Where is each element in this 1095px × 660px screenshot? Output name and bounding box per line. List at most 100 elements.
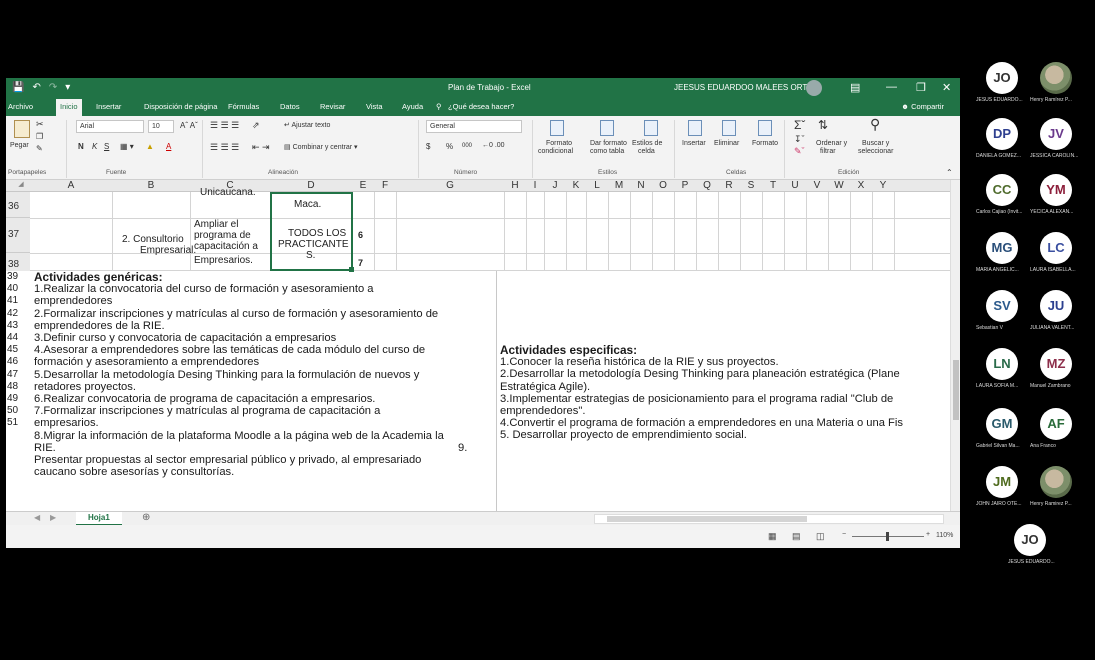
col-header-p[interactable]: P (674, 180, 696, 191)
tab-vista[interactable]: Vista (366, 102, 383, 111)
conditional-format-label[interactable]: Formato (546, 140, 572, 147)
cell-e37[interactable]: 6 (358, 230, 363, 241)
number-format-select[interactable]: General (426, 120, 522, 133)
tab-datos[interactable]: Datos (280, 102, 300, 111)
col-header-u[interactable]: U (784, 180, 806, 191)
cell-c37-line3[interactable]: capacitación a (194, 241, 258, 252)
indent-icon[interactable]: ⇤ ⇥ (252, 142, 270, 153)
close-icon[interactable]: ✕ (942, 81, 951, 94)
specific-activities-box[interactable]: Actividades especificas: 1.Conocer la re… (500, 344, 948, 442)
sort-filter-label-2[interactable]: filtrar (820, 148, 836, 155)
col-header-k[interactable]: K (566, 180, 586, 191)
cell-b37-line1[interactable]: 2. Consultorio (122, 234, 184, 245)
participant-tile[interactable]: AF Ana Franco (1030, 408, 1078, 456)
participant-tile[interactable]: GM Gabriel Silvan Ma... (976, 408, 1024, 456)
insert-cells-button[interactable]: Insertar (682, 140, 706, 147)
zoom-level[interactable]: 110% (936, 532, 953, 539)
participant-tile[interactable]: JU JULIANA VALENT... (1030, 290, 1078, 338)
currency-button[interactable]: $ (426, 142, 430, 151)
italic-button[interactable]: K (92, 142, 97, 151)
percent-button[interactable]: % (446, 142, 453, 151)
insert-cells-icon[interactable] (688, 120, 702, 136)
conditional-format-label-2[interactable]: condicional (538, 148, 573, 155)
collapse-ribbon-icon[interactable]: ⌃ (946, 168, 953, 177)
tab-formulas[interactable]: Fórmulas (228, 102, 259, 111)
cell-e38[interactable]: 7 (358, 258, 363, 269)
cut-icon[interactable]: ✂ (36, 119, 44, 130)
col-header-d[interactable]: D (270, 180, 352, 191)
share-button[interactable]: ☻ Compartir (901, 102, 944, 111)
tab-inicio[interactable]: Inicio (56, 99, 82, 116)
table-format-label[interactable]: Dar formato (590, 140, 627, 147)
page-break-icon[interactable]: ◫ (816, 531, 825, 542)
find-select-label-2[interactable]: seleccionar (858, 148, 893, 155)
row-header-43[interactable]: 43 (7, 320, 30, 332)
participant-tile[interactable]: SV Sebastian V (976, 290, 1024, 338)
cell-d37-line3[interactable]: S. (306, 250, 315, 261)
participant-tile[interactable]: MG MARIA ANGELIC... (976, 232, 1024, 280)
bold-button[interactable]: N (78, 142, 84, 151)
zoom-out-icon[interactable]: − (842, 531, 846, 538)
paste-button[interactable]: Pegar (10, 142, 29, 149)
col-header-x[interactable]: X (850, 180, 872, 191)
participant-tile[interactable]: JO JESUS EDUARDO... (976, 62, 1024, 110)
format-cells-icon[interactable] (758, 120, 772, 136)
participant-tile[interactable]: CC Carlos Cajiao (Invit... (976, 174, 1024, 222)
col-header-y[interactable]: Y (872, 180, 894, 191)
table-format-icon[interactable] (600, 120, 614, 136)
sort-filter-label[interactable]: Ordenar y (816, 140, 847, 147)
font-color-icon[interactable]: A (166, 142, 171, 151)
zoom-in-icon[interactable]: + (926, 531, 930, 538)
format-painter-icon[interactable]: ✎ (36, 144, 43, 153)
row-header-50[interactable]: 50 (7, 405, 30, 417)
horizontal-scrollbar[interactable] (594, 514, 944, 524)
minimize-icon[interactable]: — (886, 81, 897, 93)
align-top-icon[interactable]: ☰ ☰ ☰ (210, 120, 239, 131)
col-header-s[interactable]: S (740, 180, 762, 191)
col-header-t[interactable]: T (762, 180, 784, 191)
restore-icon[interactable]: ❐ (916, 81, 926, 94)
row-header-36[interactable]: 36 (6, 192, 30, 218)
find-select-label[interactable]: Buscar y (862, 140, 889, 147)
col-header-h[interactable]: H (504, 180, 526, 191)
paste-icon[interactable] (14, 120, 30, 138)
delete-cells-button[interactable]: Eliminar (714, 140, 739, 147)
cell-styles-icon[interactable] (644, 120, 658, 136)
row-header-40[interactable]: 40 (7, 283, 30, 295)
cell-d37-line2[interactable]: PRACTICANTE (278, 239, 349, 250)
grow-font-icon[interactable]: Aˆ Aˇ (180, 121, 198, 130)
tab-ayuda[interactable]: Ayuda (402, 102, 423, 111)
fill-icon[interactable]: ↧ˇ (794, 134, 805, 145)
row-header-42[interactable]: 42 (7, 308, 30, 320)
save-icon[interactable]: 💾 (12, 82, 24, 93)
cell-c36[interactable]: Unicaucana. (200, 187, 256, 198)
row-header-44[interactable]: 44 (7, 332, 30, 344)
col-header-j[interactable]: J (544, 180, 566, 191)
participant-tile[interactable]: YM YECICA ALEXAN... (1030, 174, 1078, 222)
table-format-label-2[interactable]: como tabla (590, 148, 624, 155)
next-sheet-icon[interactable]: ▶ (50, 513, 56, 522)
ribbon-display-icon[interactable]: ▤ (850, 81, 860, 94)
participant-tile[interactable]: LC LAURA ISABELLA... (1030, 232, 1078, 280)
participant-tile[interactable]: JM JOHN JAIRO OTE... (976, 466, 1024, 514)
cell-c37-line1[interactable]: Ampliar el (194, 219, 238, 230)
delete-cells-icon[interactable] (722, 120, 736, 136)
font-size-select[interactable]: 10 (148, 120, 174, 133)
cell-styles-label[interactable]: Estilos de (632, 140, 662, 147)
cell-c37-line2[interactable]: programa de (194, 230, 251, 241)
participant-tile[interactable]: DP DANIELA GOMEZ... (976, 118, 1024, 166)
col-header-g[interactable]: G (396, 180, 504, 191)
participant-tile[interactable]: MZ Manuel Zambrano (1030, 348, 1078, 396)
row-header-46[interactable]: 46 (7, 356, 30, 368)
borders-icon[interactable]: ▦ ▾ (120, 142, 134, 151)
user-avatar[interactable] (806, 80, 822, 96)
cell-c37-line4[interactable]: Empresarios. (194, 255, 253, 266)
orientation-icon[interactable]: ⇗ (252, 120, 260, 131)
col-header-a[interactable]: A (30, 180, 112, 191)
col-header-l[interactable]: L (586, 180, 608, 191)
participant-tile[interactable]: JV JESSICA CAROLIN... (1030, 118, 1078, 166)
tab-insertar[interactable]: Insertar (96, 102, 121, 111)
underline-button[interactable]: S (104, 142, 109, 151)
col-header-f[interactable]: F (374, 180, 396, 191)
col-header-i[interactable]: I (526, 180, 544, 191)
